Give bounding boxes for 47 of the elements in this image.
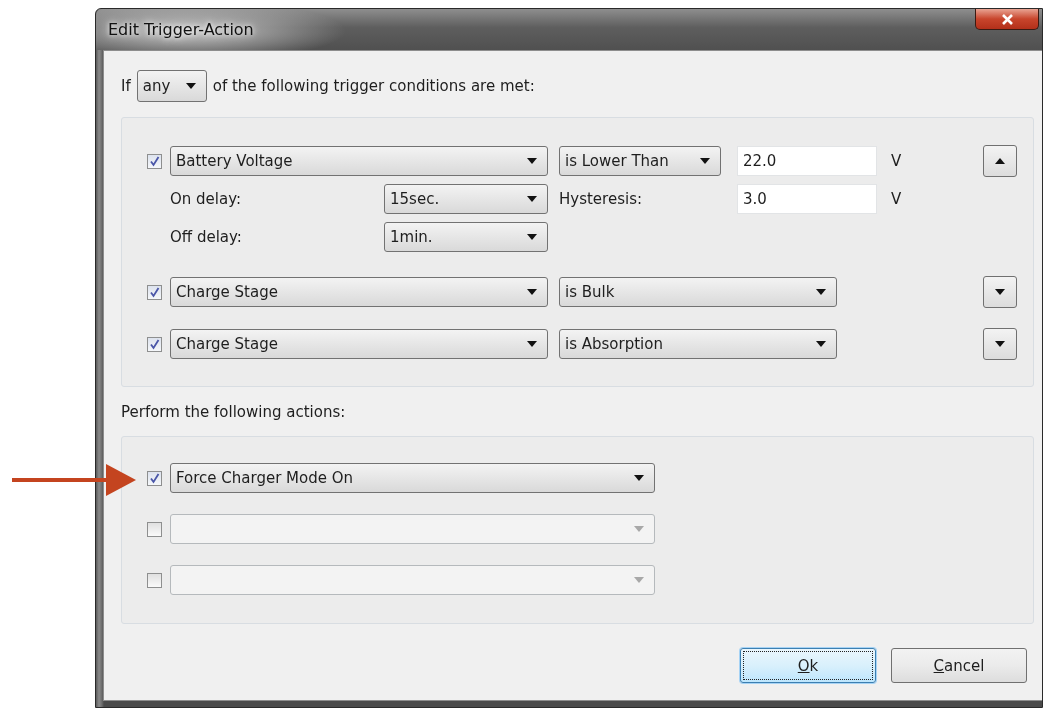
window-title: Edit Trigger-Action	[108, 20, 254, 39]
ok-button[interactable]: Ok	[740, 648, 876, 683]
caret-icon	[527, 196, 537, 202]
checkbox[interactable]	[147, 470, 162, 486]
dropdown[interactable]: 1min.	[384, 222, 548, 252]
hysteresis-field[interactable]: 3.0	[737, 184, 877, 214]
dropdown[interactable]: is Lower Than	[559, 146, 721, 176]
dropdown[interactable]: Charge Stage	[170, 329, 548, 359]
up-triangle-icon	[995, 158, 1005, 164]
condition-instructions: of the following trigger conditions are met:	[212, 77, 535, 95]
caret-icon	[527, 158, 537, 164]
dropdown[interactable]: Charge Stage	[170, 277, 548, 307]
caret-icon	[634, 577, 644, 583]
down-triangle-icon	[995, 289, 1005, 295]
checkbox[interactable]	[147, 153, 162, 169]
hysteresis-label: Hysteresis:	[559, 190, 643, 208]
caret-icon	[527, 289, 537, 295]
checkbox[interactable]	[147, 336, 162, 352]
actions-label: Perform the following actions:	[121, 403, 346, 421]
unit-label: V	[891, 190, 902, 208]
caret-icon	[634, 526, 644, 532]
dropdown[interactable]: Force Charger Mode On	[170, 463, 655, 493]
move-down-button[interactable]	[983, 328, 1017, 360]
caret-icon	[700, 158, 710, 164]
caret-icon	[527, 234, 537, 240]
dropdown[interactable]: is Absorption	[559, 329, 837, 359]
caret-icon	[185, 83, 196, 89]
match-mode-dropdown[interactable]: any	[136, 70, 207, 102]
caret-icon	[527, 341, 537, 347]
if-label: If	[121, 77, 131, 95]
value-field[interactable]: 22.0	[737, 146, 877, 176]
close-icon	[1000, 13, 1014, 25]
dropdown[interactable]: is Bulk	[559, 277, 837, 307]
on-delay-label: On delay:	[170, 190, 243, 208]
move-up-button[interactable]	[983, 145, 1017, 177]
cancel-button[interactable]: Cancel	[891, 648, 1027, 683]
dropdown[interactable]: Battery Voltage	[170, 146, 548, 176]
dropdown[interactable]: 15sec.	[384, 184, 548, 214]
unit-label: V	[891, 152, 902, 170]
close-button[interactable]	[975, 9, 1039, 30]
down-triangle-icon	[995, 341, 1005, 347]
caret-icon	[816, 341, 826, 347]
caret-icon	[634, 475, 644, 481]
off-delay-label: Off delay:	[170, 228, 243, 246]
checkbox[interactable]	[147, 284, 162, 300]
move-down-button[interactable]	[983, 276, 1017, 308]
caret-icon	[816, 289, 826, 295]
